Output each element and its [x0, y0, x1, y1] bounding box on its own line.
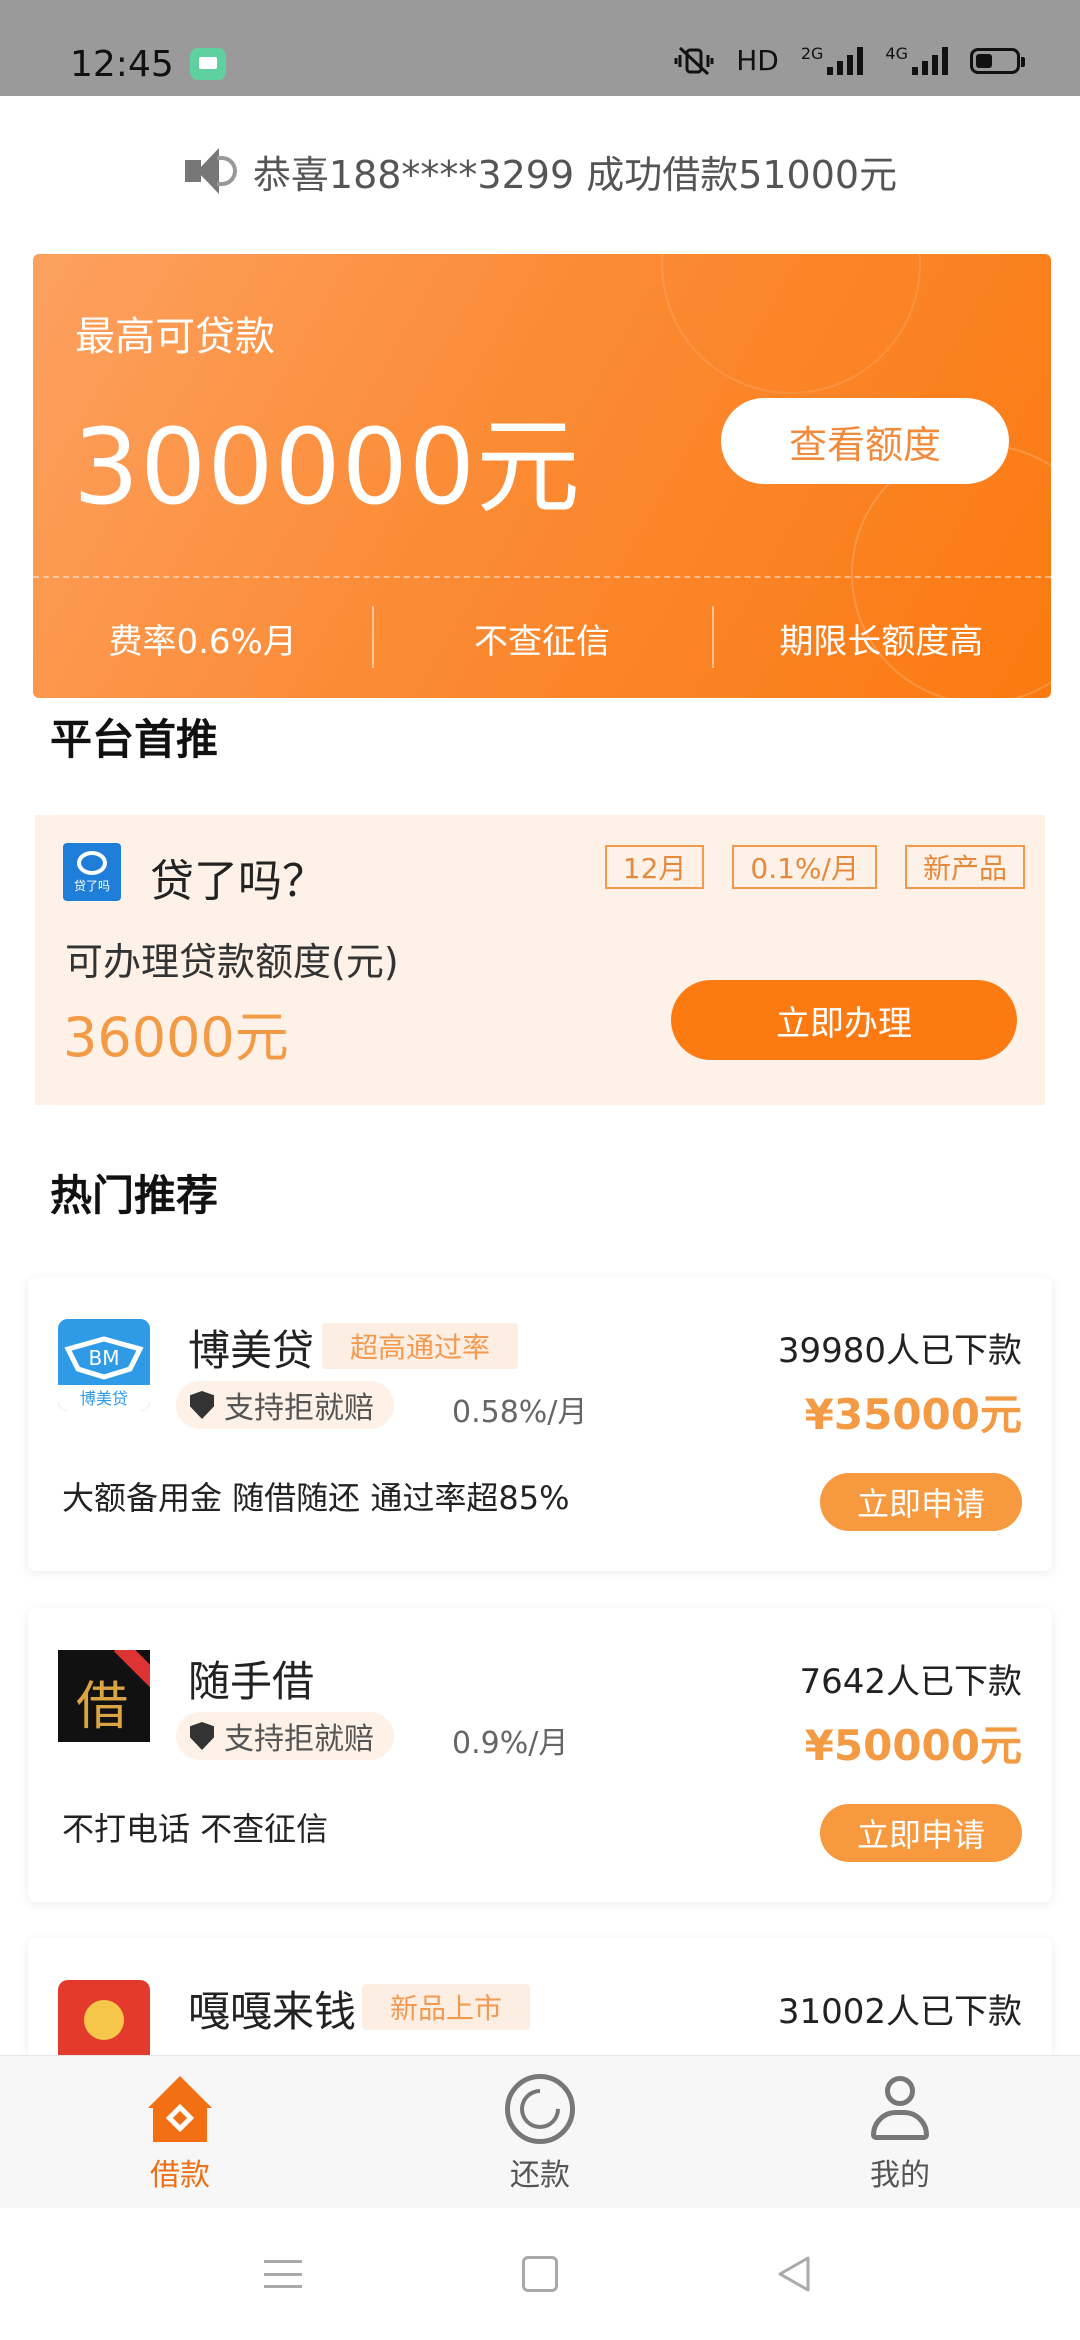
download-count: 39980人已下款 — [777, 1331, 1022, 1371]
apply-button[interactable]: 立即申请 — [820, 1804, 1022, 1862]
status-time: 12:45 — [70, 44, 174, 85]
tab-mine-label: 我的 — [870, 2158, 930, 2193]
apply-button[interactable]: 立即申请 — [820, 1473, 1022, 1531]
product-rate: 0.58%/月 — [452, 1395, 588, 1430]
speaker-icon — [183, 146, 239, 196]
loan-limit-banner: 最高可贷款 300000元 查看额度 费率0.6%月 不查征信 期限长额度高 — [33, 254, 1051, 698]
tag-term: 12月 — [604, 845, 705, 889]
bottom-tab-bar: 借款 还款 我的 — [0, 2055, 1080, 2208]
repay-icon — [505, 2074, 575, 2144]
signal-4g-icon — [912, 46, 948, 75]
featured-section-title: 平台首推 — [50, 715, 219, 764]
dailema-logo-text: 贷了吗 — [73, 878, 110, 893]
bomeidai-logo-text: 博美贷 — [79, 1389, 128, 1408]
announcement-bar: 恭喜188****3299 成功借款51000元 — [0, 96, 1080, 246]
feature-rate: 费率0.6%月 — [108, 621, 297, 662]
tab-repay-label: 还款 — [510, 2158, 570, 2193]
bomeidai-logo-icon: BM 博美贷 — [58, 1319, 150, 1411]
feature-long-term: 期限长额度高 — [711, 605, 1051, 668]
status-bar: 12:45 HD 2G 4G — [0, 0, 1080, 96]
tag-rate: 0.1%/月 — [732, 845, 877, 889]
featured-product-name: 贷了吗？ — [150, 856, 326, 907]
product-description: 大额备用金 随借随还 通过率超85% — [62, 1479, 570, 1517]
tab-borrow[interactable]: 借款 — [0, 2056, 360, 2208]
download-count: 7642人已下款 — [799, 1662, 1022, 1702]
svg-text:BM: BM — [89, 1346, 120, 1370]
featured-limit-amount: 36000元 — [63, 1006, 289, 1069]
message-notification-icon — [190, 48, 226, 80]
battery-icon — [970, 47, 1025, 74]
user-icon — [865, 2074, 935, 2144]
product-card-bomeidai[interactable]: BM 博美贷 博美贷 超高通过率 支持拒就赔 0.58%/月 39980人已下款… — [28, 1277, 1052, 1571]
dailema-logo-icon: 贷了吗 — [63, 843, 121, 901]
pill-text: 支持拒就赔 — [224, 1722, 374, 1757]
tab-mine[interactable]: 我的 — [720, 2056, 1080, 2208]
home-icon — [145, 2074, 215, 2144]
refund-guarantee-pill: 支持拒就赔 — [176, 1381, 394, 1429]
tag-new: 新产品 — [904, 845, 1025, 889]
shield-icon — [190, 1391, 214, 1419]
download-count: 31002人已下款 — [777, 1992, 1022, 2032]
menu-icon[interactable] — [264, 2260, 302, 2288]
product-name: 博美贷 — [188, 1326, 315, 1375]
pill-text: 支持拒就赔 — [224, 1391, 374, 1426]
suishoujie-logo-icon: 借 — [58, 1650, 150, 1742]
signal-4g-label: 4G — [885, 44, 908, 63]
featured-limit-label: 可办理贷款额度(元) — [65, 940, 399, 984]
announcement-text: 恭喜188****3299 成功借款51000元 — [252, 152, 898, 197]
max-loan-amount: 300000元 — [73, 406, 582, 528]
featured-product-card[interactable]: 贷了吗 贷了吗？ 12月 0.1%/月 新产品 可办理贷款额度(元) 36000… — [35, 815, 1045, 1105]
signal-2g-icon — [827, 46, 864, 75]
apply-now-button[interactable]: 立即办理 — [671, 980, 1017, 1060]
feature-no-credit-check: 不查征信 — [372, 605, 711, 668]
vibrate-icon — [674, 46, 714, 75]
status-icons: HD 2G 4G — [674, 44, 1025, 77]
product-badge: 新品上市 — [362, 1984, 531, 2030]
hd-label: HD — [736, 44, 779, 77]
product-badge: 超高通过率 — [322, 1323, 519, 1369]
signal-2g-label: 2G — [800, 44, 824, 63]
product-description: 不打电话 不查征信 — [62, 1810, 329, 1848]
hot-section-title: 热门推荐 — [50, 1171, 219, 1220]
feature-row: 费率0.6%月 不查征信 期限长额度高 — [33, 578, 1051, 698]
tab-repay[interactable]: 还款 — [360, 2056, 720, 2208]
loan-amount: ¥50000元 — [804, 1721, 1022, 1770]
tab-borrow-label: 借款 — [150, 2158, 210, 2193]
product-name: 嘎嘎来钱 — [188, 1987, 357, 2036]
check-limit-button[interactable]: 查看额度 — [721, 398, 1009, 484]
suishoujie-logo-text: 借 — [76, 1677, 129, 1737]
back-icon[interactable] — [776, 2254, 812, 2294]
featured-tags: 12月 0.1%/月 新产品 — [604, 845, 1025, 889]
product-card-suishoujie[interactable]: 借 随手借 支持拒就赔 0.9%/月 7642人已下款 ¥50000元 不打电话… — [28, 1608, 1052, 1902]
product-name: 随手借 — [188, 1657, 315, 1706]
shield-icon — [190, 1722, 214, 1750]
system-navigation-bar — [0, 2208, 1080, 2340]
loan-amount: ¥35000元 — [804, 1390, 1022, 1439]
max-loan-label: 最高可贷款 — [75, 314, 275, 360]
product-rate: 0.9%/月 — [452, 1726, 569, 1761]
refund-guarantee-pill: 支持拒就赔 — [176, 1712, 394, 1760]
home-square-icon[interactable] — [522, 2256, 558, 2292]
